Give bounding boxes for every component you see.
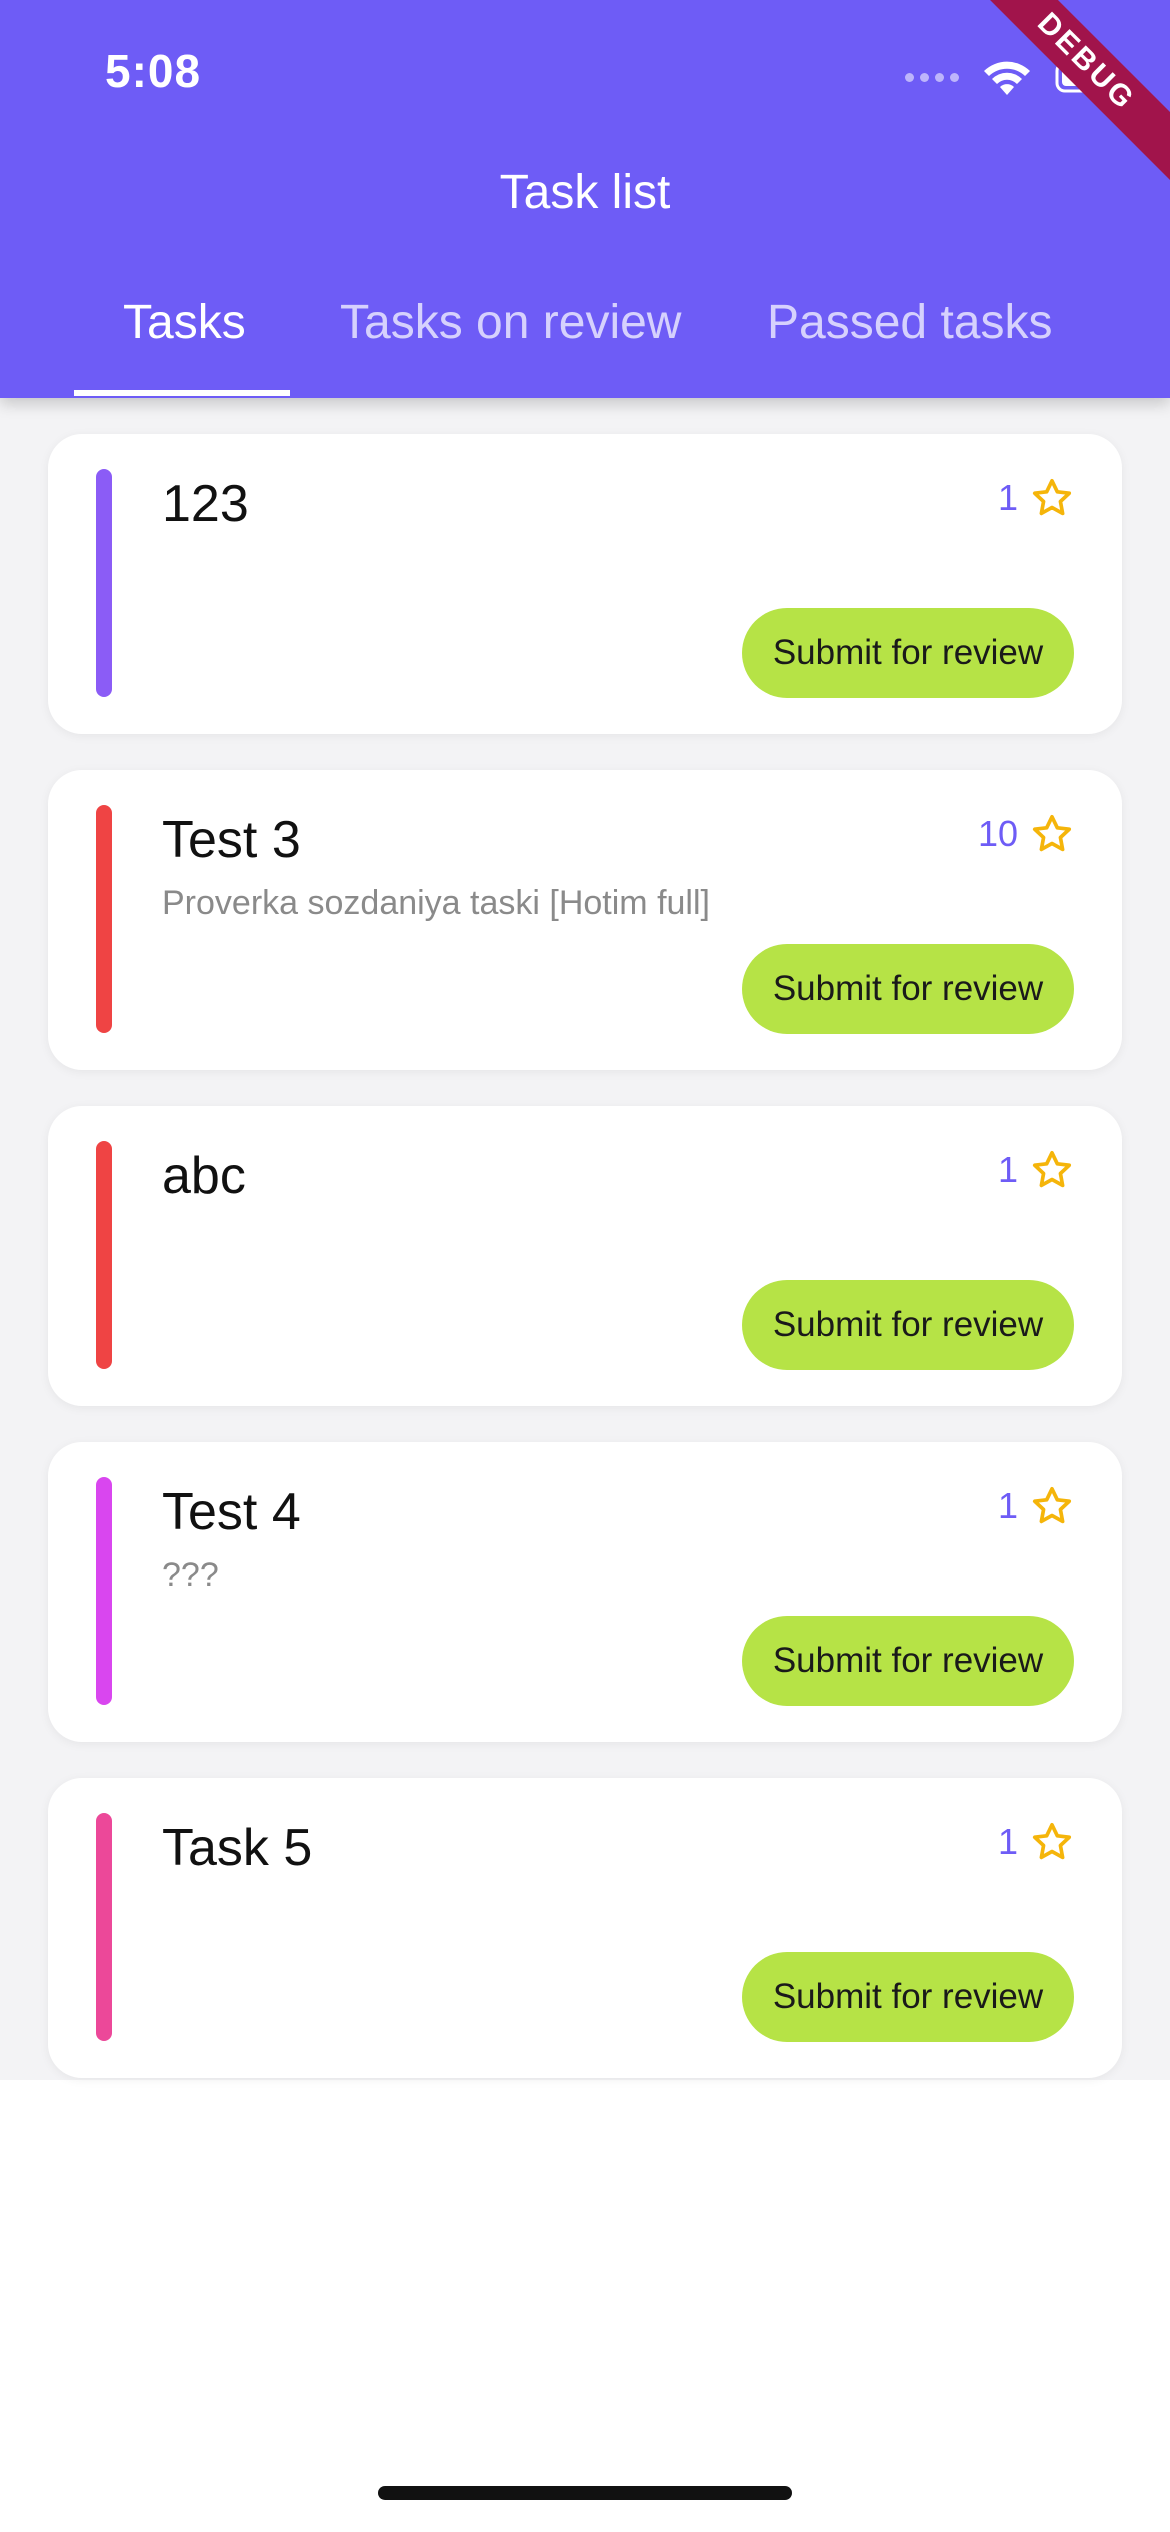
task-card[interactable]: Test 3 Proverka sozdaniya taski [Hotim f… bbox=[48, 770, 1122, 1070]
status-bar: 5:08 bbox=[0, 0, 1170, 150]
task-description: ??? bbox=[162, 1556, 219, 1594]
task-points: 1 bbox=[998, 476, 1074, 520]
points-value: 1 bbox=[997, 1821, 1018, 1862]
task-accent-bar bbox=[96, 1813, 112, 2041]
status-time: 5:08 bbox=[105, 45, 202, 97]
submit-for-review-button[interactable]: Submit for review bbox=[742, 1280, 1074, 1370]
task-points: 10 bbox=[978, 812, 1074, 856]
task-accent-bar bbox=[96, 1477, 112, 1705]
tab-bar: Tasks Tasks on review Passed tasks bbox=[0, 285, 1170, 398]
task-card[interactable]: abc 1 Submit for review bbox=[48, 1106, 1122, 1406]
task-accent-bar bbox=[96, 805, 112, 1033]
empty-area bbox=[0, 2080, 1170, 2532]
submit-for-review-button[interactable]: Submit for review bbox=[742, 1616, 1074, 1706]
task-title: Task 5 bbox=[162, 1819, 313, 1877]
submit-for-review-button[interactable]: Submit for review bbox=[742, 944, 1074, 1034]
points-value: 1 bbox=[997, 1485, 1018, 1526]
task-accent-bar bbox=[96, 1141, 112, 1369]
tab-passed-tasks[interactable]: Passed tasks bbox=[767, 295, 1052, 350]
points-value: 1 bbox=[997, 477, 1018, 518]
tab-indicator bbox=[74, 390, 290, 396]
task-card[interactable]: 123 1 Submit for review bbox=[48, 434, 1122, 734]
task-points: 1 bbox=[998, 1820, 1074, 1864]
task-title: abc bbox=[162, 1147, 246, 1205]
task-description: Proverka sozdaniya taski [Hotim full] bbox=[162, 884, 710, 922]
tab-tasks[interactable]: Tasks bbox=[123, 295, 246, 350]
task-card[interactable]: Test 4 ??? 1 Submit for review bbox=[48, 1442, 1122, 1742]
star-outline-icon bbox=[1032, 478, 1072, 516]
task-title: Test 3 bbox=[162, 811, 301, 869]
task-title: Test 4 bbox=[162, 1483, 301, 1541]
task-points: 1 bbox=[998, 1484, 1074, 1528]
points-value: 10 bbox=[977, 813, 1018, 854]
signal-icon bbox=[905, 72, 959, 82]
page-title: Task list bbox=[499, 166, 671, 219]
app-header: 5:08 DEBUG Task list Tasks Tasks on revi… bbox=[0, 0, 1170, 398]
home-indicator[interactable] bbox=[378, 2486, 792, 2500]
task-title: 123 bbox=[162, 475, 249, 533]
submit-for-review-button[interactable]: Submit for review bbox=[742, 608, 1074, 698]
task-accent-bar bbox=[96, 469, 112, 697]
star-outline-icon bbox=[1032, 1150, 1072, 1188]
tab-tasks-on-review[interactable]: Tasks on review bbox=[340, 295, 681, 350]
star-outline-icon bbox=[1032, 814, 1072, 852]
star-outline-icon bbox=[1032, 1822, 1072, 1860]
app-screen: 5:08 DEBUG Task list Tasks Tasks on revi… bbox=[0, 0, 1170, 2532]
star-outline-icon bbox=[1032, 1486, 1072, 1524]
wifi-icon bbox=[984, 61, 1030, 95]
task-points: 1 bbox=[998, 1148, 1074, 1192]
submit-for-review-button[interactable]: Submit for review bbox=[742, 1952, 1074, 2042]
task-card[interactable]: Task 5 1 Submit for review bbox=[48, 1778, 1122, 2078]
points-value: 1 bbox=[997, 1149, 1018, 1190]
